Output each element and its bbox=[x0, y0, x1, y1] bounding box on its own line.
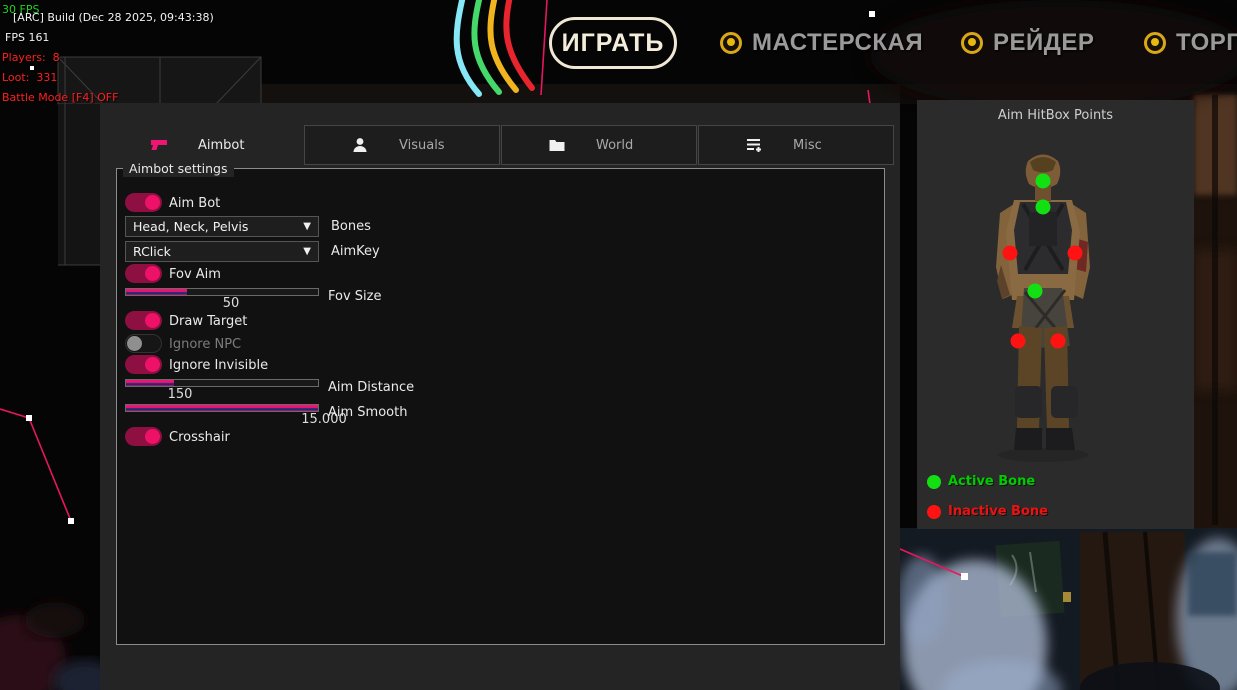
active-bone-dot bbox=[927, 475, 941, 489]
tab-visuals[interactable]: Visuals bbox=[304, 125, 500, 165]
fov-aim-toggle[interactable] bbox=[125, 264, 162, 283]
aim-distance-slider[interactable] bbox=[125, 379, 319, 387]
legend-active-bone: Active Bone bbox=[927, 474, 1035, 489]
ignore-invisible-toggle[interactable] bbox=[125, 355, 162, 374]
scene-bottom-right bbox=[898, 528, 1237, 690]
ignore-invisible-label: Ignore Invisible bbox=[169, 358, 268, 373]
menu-item-label: МАСТЕРСКАЯ bbox=[752, 29, 923, 57]
hud-players-count: Players: 8 bbox=[2, 51, 60, 64]
menu-item-raider[interactable]: РЕЙДЕР bbox=[961, 26, 1094, 60]
playlist-add-icon bbox=[745, 137, 763, 153]
menu-item-label: РЕЙДЕР bbox=[993, 29, 1094, 57]
bone-point-left-knee-inactive bbox=[1011, 334, 1026, 349]
aim-distance-value: 150 bbox=[150, 387, 210, 402]
tab-label: Aimbot bbox=[198, 138, 244, 153]
tab-label: Visuals bbox=[399, 138, 445, 153]
bones-label: Bones bbox=[331, 219, 371, 234]
crosshair-toggle[interactable] bbox=[125, 427, 162, 446]
chevron-down-icon: ▼ bbox=[303, 246, 311, 257]
hitbox-panel: Aim HitBox Points bbox=[917, 100, 1194, 529]
bone-point-right-arm-inactive bbox=[1068, 246, 1083, 261]
toggle-knob bbox=[145, 429, 160, 444]
cheat-window: Aimbot Visuals World bbox=[100, 103, 900, 690]
tab-label: Misc bbox=[793, 138, 822, 153]
chevron-down-icon: ▼ bbox=[303, 221, 311, 232]
tab-world[interactable]: World bbox=[501, 125, 697, 165]
crosshair-label: Crosshair bbox=[169, 430, 230, 445]
folder-icon bbox=[548, 137, 566, 153]
aim-bot-label: Aim Bot bbox=[169, 196, 220, 211]
aim-smooth-slider[interactable] bbox=[125, 404, 319, 412]
ignore-npc-toggle[interactable] bbox=[125, 334, 162, 353]
fov-aim-label: Fov Aim bbox=[169, 267, 221, 282]
bones-select[interactable]: Head, Neck, Pelvis ▼ bbox=[125, 216, 319, 237]
slider-fill bbox=[126, 405, 318, 411]
aimkey-label: AimKey bbox=[331, 244, 380, 259]
legend-label: Active Bone bbox=[948, 474, 1035, 489]
toggle-knob bbox=[145, 313, 160, 328]
menu-item-label: ТОРГОВАЯ bbox=[1176, 29, 1237, 57]
aim-distance-label: Aim Distance bbox=[328, 380, 414, 395]
bone-point-left-arm-inactive bbox=[1003, 246, 1018, 261]
toggle-knob bbox=[145, 195, 160, 210]
slider-fill bbox=[126, 380, 174, 386]
bone-point-right-knee-inactive bbox=[1051, 334, 1066, 349]
player-model-preview bbox=[917, 100, 1194, 529]
hud-build-info: [ARC] Build (Dec 28 2025, 09:43:38) bbox=[13, 11, 214, 24]
tab-misc[interactable]: Misc bbox=[698, 125, 894, 165]
tab-aimbot[interactable]: Aimbot bbox=[100, 125, 296, 165]
play-button[interactable]: ИГРАТЬ bbox=[549, 17, 677, 69]
rust-wall bbox=[1194, 95, 1237, 530]
pistol-icon bbox=[150, 137, 168, 153]
toggle-knob bbox=[145, 357, 160, 372]
raider-icon bbox=[961, 32, 983, 54]
draw-target-label: Draw Target bbox=[169, 314, 247, 329]
bones-select-value: Head, Neck, Pelvis bbox=[133, 219, 303, 234]
hud-loot-count: Loot: 331 bbox=[2, 71, 57, 84]
play-button-label: ИГРАТЬ bbox=[562, 29, 665, 58]
trade-icon bbox=[1144, 32, 1166, 54]
menu-item-trade[interactable]: ТОРГОВАЯ bbox=[1144, 26, 1237, 60]
menu-item-workshop[interactable]: МАСТЕРСКАЯ bbox=[720, 26, 923, 60]
aim-bot-toggle[interactable] bbox=[125, 193, 162, 212]
screen: 30 FPS [ARC] Build (Dec 28 2025, 09:43:3… bbox=[0, 0, 1237, 690]
bone-point-pelvis-active bbox=[1028, 284, 1043, 299]
bone-point-head-active bbox=[1036, 174, 1051, 189]
person-icon bbox=[351, 137, 369, 153]
toggle-knob bbox=[145, 266, 160, 281]
ignore-npc-label: Ignore NPC bbox=[169, 337, 241, 352]
draw-target-toggle[interactable] bbox=[125, 311, 162, 330]
aimkey-select[interactable]: RClick ▼ bbox=[125, 241, 319, 262]
toggle-knob bbox=[127, 336, 142, 351]
bone-point-neck-active bbox=[1036, 200, 1051, 215]
legend-inactive-bone: Inactive Bone bbox=[927, 504, 1048, 519]
legend-label: Inactive Bone bbox=[948, 504, 1048, 519]
fov-size-value: 50 bbox=[201, 296, 261, 311]
hud-fps-counter: FPS 161 bbox=[5, 31, 49, 44]
workshop-icon bbox=[720, 32, 742, 54]
slider-fill bbox=[126, 289, 187, 295]
group-title: Aimbot settings bbox=[123, 160, 234, 177]
aimbot-settings-group: Aimbot settings Aim Bot Head, Neck, Pelv… bbox=[116, 168, 885, 645]
tab-label: World bbox=[596, 138, 633, 153]
aim-smooth-label: Aim Smooth bbox=[328, 405, 407, 420]
aimkey-select-value: RClick bbox=[133, 244, 303, 259]
inactive-bone-dot bbox=[927, 505, 941, 519]
fov-size-label: Fov Size bbox=[328, 289, 381, 304]
fov-size-slider[interactable] bbox=[125, 288, 319, 296]
